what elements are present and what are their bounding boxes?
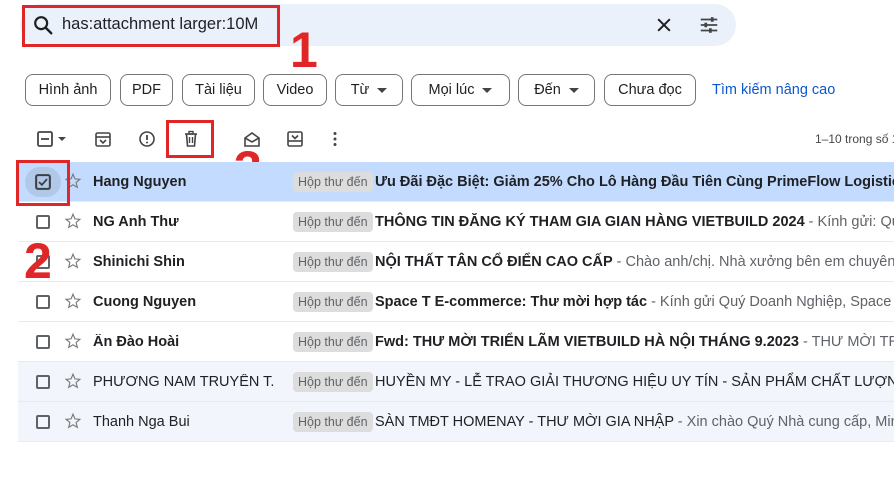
chip-video[interactable]: Video	[263, 74, 327, 106]
snippet-text: - Kính gửi: Quý C	[808, 214, 894, 230]
label-badge[interactable]: Hộp thư đến	[293, 172, 373, 192]
checkbox[interactable]	[36, 295, 50, 309]
tune-icon[interactable]	[698, 14, 720, 36]
table-row[interactable]: Cuong Nguyen Hộp thư đến Space T E-comme…	[18, 282, 894, 322]
chip-pdf[interactable]: PDF	[120, 74, 173, 106]
subject-text: Fwd: THƯ MỜI TRIỂN LÃM VIETBUILD HÀ NỘI …	[375, 334, 799, 350]
checkbox[interactable]	[36, 215, 50, 229]
email-list: Hang Nguyen Hộp thư đến Ưu Đãi Đặc Biệt:…	[18, 162, 894, 442]
sender-name: Cuong Nguyen	[93, 294, 197, 310]
snippet-text: - Kính gửi Quý Doanh Nghiệp, Space T l	[647, 294, 894, 310]
toolbar: 1–10 trong số 1	[0, 122, 894, 156]
star-icon[interactable]	[64, 292, 82, 310]
star-icon[interactable]	[64, 332, 82, 350]
table-row[interactable]: NG Anh Thư Hộp thư đến THÔNG TIN ĐĂNG KÝ…	[18, 202, 894, 242]
sender-name: Hang Nguyen	[93, 174, 187, 190]
email-subject: SÀN TMĐT HOMENAY - THƯ MỜI GIA NHẬP - Xi…	[375, 414, 894, 430]
sender-name: Shinichi Shin	[93, 254, 185, 270]
chip-any-time[interactable]: Mọi lúc	[411, 74, 510, 106]
chip-images[interactable]: Hình ảnh	[25, 74, 111, 106]
chip-label: Từ	[350, 82, 370, 98]
archive-icon[interactable]	[93, 129, 113, 149]
checkbox[interactable]	[36, 415, 50, 429]
email-subject: Ưu Đãi Đặc Biệt: Giảm 25% Cho Lô Hàng Đầ…	[375, 174, 894, 190]
label-badge[interactable]: Hộp thư đến	[293, 292, 373, 312]
search-highlight-box	[22, 5, 280, 47]
table-row[interactable]: Shinichi Shin Hộp thư đến NỘI THẤT TÂN C…	[18, 242, 894, 282]
chip-label: PDF	[132, 82, 161, 98]
snippet-text: - Chào anh/chị. Nhà xưởng bên em chuyên …	[612, 254, 894, 270]
table-row[interactable]: Hang Nguyen Hộp thư đến Ưu Đãi Đặc Biệt:…	[18, 162, 894, 202]
email-subject: HUYỀN MY - LỄ TRAO GIẢI THƯƠNG HIỆU UY T…	[375, 374, 894, 390]
chip-unread[interactable]: Chưa đọc	[604, 74, 696, 106]
email-subject: THÔNG TIN ĐĂNG KÝ THAM GIA GIAN HÀNG VIE…	[375, 214, 894, 230]
checkbox[interactable]	[36, 335, 50, 349]
table-row[interactable]: PHƯƠNG NAM TRUYỀN T. Hộp thư đến HUYỀN M…	[18, 362, 894, 402]
label-badge[interactable]: Hộp thư đến	[293, 252, 373, 272]
select-all-checkbox-icon[interactable]	[35, 129, 55, 149]
chip-label: Đến	[534, 82, 561, 98]
filter-chips: Hình ảnh PDF Tài liệu Video Từ Mọi lúc Đ…	[0, 74, 894, 106]
subject-text: SÀN TMĐT HOMENAY - THƯ MỜI GIA NHẬP	[375, 414, 674, 430]
label-badge[interactable]: Hộp thư đến	[293, 372, 373, 392]
chip-label: Mọi lúc	[428, 82, 475, 98]
advanced-search-link[interactable]: Tìm kiếm nâng cao	[712, 82, 835, 98]
star-icon[interactable]	[64, 372, 82, 390]
snippet-text: - THƯ MỜI TRIỂN	[803, 334, 894, 350]
delete-highlight-box	[166, 120, 214, 158]
subject-text: HUYỀN MY - LỄ TRAO GIẢI THƯƠNG HIỆU UY T…	[375, 374, 894, 390]
label-badge[interactable]: Hộp thư đến	[293, 332, 373, 352]
email-subject: NỘI THẤT TÂN CỔ ĐIỂN CAO CẤP - Chào anh/…	[375, 254, 894, 270]
subject-text: Ưu Đãi Đặc Biệt: Giảm 25% Cho Lô Hàng Đầ…	[375, 174, 894, 190]
checkbox-highlight-box	[16, 160, 70, 206]
chip-documents[interactable]: Tài liệu	[182, 74, 255, 106]
chip-label: Chưa đọc	[618, 82, 682, 98]
star-icon[interactable]	[64, 252, 82, 270]
subject-text: THÔNG TIN ĐĂNG KÝ THAM GIA GIAN HÀNG VIE…	[375, 214, 805, 230]
chip-label: Tài liệu	[195, 82, 242, 98]
sender-name: PHƯƠNG NAM TRUYỀN T.	[93, 374, 275, 390]
sender-name: Thanh Nga Bui	[93, 414, 190, 430]
chip-label: Video	[276, 82, 314, 98]
page-count: 1–10 trong số 1	[815, 132, 894, 146]
star-icon[interactable]	[64, 212, 82, 230]
chip-label: Hình ảnh	[38, 82, 98, 98]
sender-name: NG Anh Thư	[93, 214, 179, 230]
close-icon[interactable]	[654, 15, 674, 35]
step-1-label: 1	[290, 22, 318, 78]
chip-from[interactable]: Từ	[335, 74, 403, 106]
more-vert-icon[interactable]	[325, 129, 345, 149]
chevron-down-icon	[377, 87, 388, 93]
subject-text: NỘI THẤT TÂN CỔ ĐIỂN CAO CẤP	[375, 254, 613, 270]
chevron-down-icon[interactable]	[55, 129, 69, 149]
email-subject: Space T E-commerce: Thư mời hợp tác - Kí…	[375, 294, 894, 310]
chevron-down-icon	[568, 87, 579, 93]
label-badge[interactable]: Hộp thư đến	[293, 212, 373, 232]
table-row[interactable]: Ân Đào Hoài Hộp thư đến Fwd: THƯ MỜI TRI…	[18, 322, 894, 362]
label-badge[interactable]: Hộp thư đến	[293, 412, 373, 432]
report-spam-icon[interactable]	[137, 129, 157, 149]
step-2-label: 2	[24, 233, 52, 289]
move-to-icon[interactable]	[285, 129, 305, 149]
chevron-down-icon	[482, 87, 493, 93]
email-subject: Fwd: THƯ MỜI TRIỂN LÃM VIETBUILD HÀ NỘI …	[375, 334, 894, 350]
table-row[interactable]: Thanh Nga Bui Hộp thư đến SÀN TMĐT HOMEN…	[18, 402, 894, 442]
star-icon[interactable]	[64, 412, 82, 430]
chip-to[interactable]: Đến	[518, 74, 595, 106]
subject-text: Space T E-commerce: Thư mời hợp tác	[375, 294, 648, 310]
checkbox[interactable]	[36, 375, 50, 389]
sender-name: Ân Đào Hoài	[93, 334, 180, 350]
snippet-text: - Xin chào Quý Nhà cung cấp, Minh là	[677, 414, 894, 430]
